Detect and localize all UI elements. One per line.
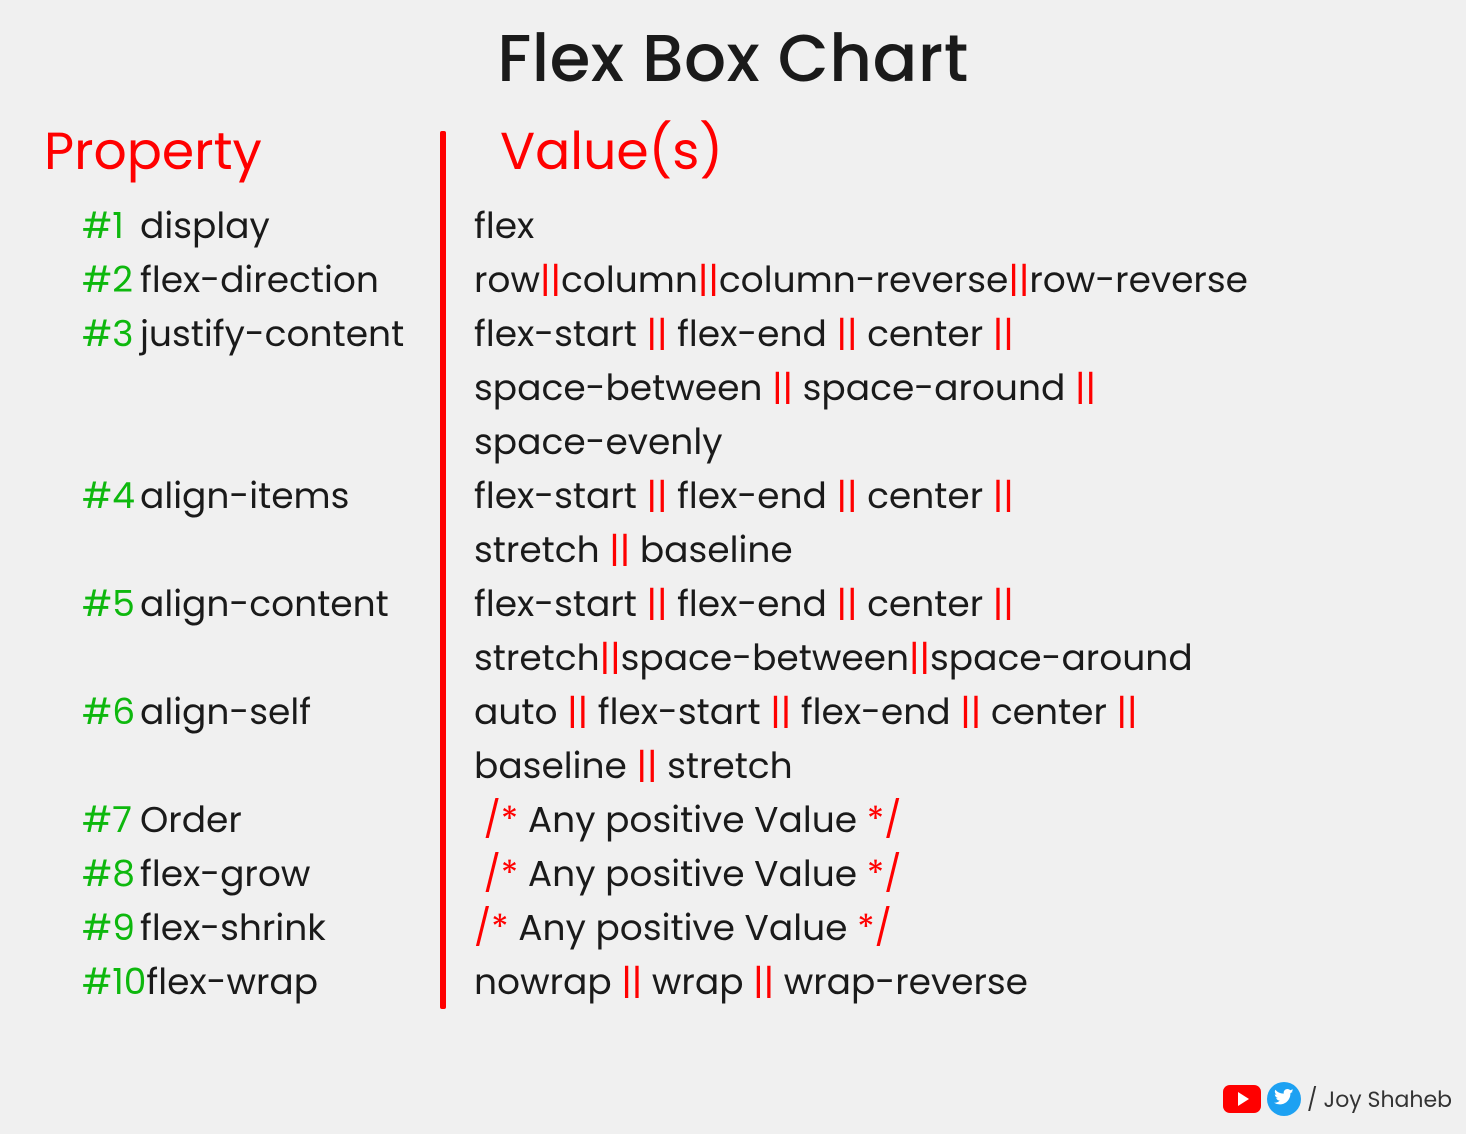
value-cell-cont: space-evenly: [474, 415, 1426, 469]
column-property: #1display #2flex-direction #3justify-con…: [40, 199, 440, 1009]
separator: ||: [770, 685, 791, 739]
separator: ||: [772, 361, 793, 415]
property-name: Order: [140, 793, 242, 847]
value-cell-cont: stretch || baseline: [474, 523, 1426, 577]
separator: ||: [698, 253, 719, 307]
column-values: flex row||column||column-reverse||row-re…: [446, 199, 1426, 1009]
comment-open: /*: [474, 901, 509, 955]
separator: ||: [837, 469, 858, 523]
separator: ||: [993, 577, 1014, 631]
separator: ||: [909, 631, 930, 685]
comment-close: */: [857, 901, 892, 955]
separator: ||: [1075, 361, 1096, 415]
column-headers: Property Value(s): [40, 113, 1426, 191]
property-name: align-content: [140, 577, 389, 631]
value-cell: nowrap || wrap || wrap-reverse: [474, 955, 1426, 1009]
separator: ||: [993, 469, 1014, 523]
table: #1display #2flex-direction #3justify-con…: [40, 199, 1426, 1009]
row-index: #4: [82, 469, 140, 523]
value-cell: /* Any positive Value */: [474, 847, 1426, 901]
separator: ||: [636, 739, 657, 793]
separator: ||: [960, 685, 981, 739]
property-name: align-items: [140, 469, 349, 523]
value-cell-cont: stretch||space-between||space-around: [474, 631, 1426, 685]
row-index: #10: [82, 955, 146, 1009]
credit-name: Joy Shaheb: [1324, 1083, 1452, 1116]
credit-slash: /: [1307, 1083, 1317, 1116]
row-index: #2: [82, 253, 140, 307]
separator: ||: [600, 631, 621, 685]
separator: ||: [993, 307, 1014, 361]
value-cell: auto || flex-start || flex-end || center…: [474, 685, 1426, 739]
row-index: #3: [82, 307, 140, 361]
value-cell: flex-start || flex-end || center ||: [474, 577, 1426, 631]
value-cell: flex: [474, 199, 1426, 253]
separator: ||: [837, 577, 858, 631]
property-name: flex-wrap: [146, 955, 318, 1009]
row-index: #5: [82, 577, 140, 631]
value-cell: row||column||column-reverse||row-reverse: [474, 253, 1426, 307]
comment-open: /*: [484, 793, 519, 847]
header-values: Value(s): [440, 113, 1426, 191]
row-index: #8: [82, 847, 140, 901]
separator: ||: [1117, 685, 1138, 739]
youtube-icon[interactable]: [1223, 1085, 1261, 1113]
separator: ||: [837, 307, 858, 361]
separator: ||: [609, 523, 630, 577]
value-cell: flex-start || flex-end || center ||: [474, 307, 1426, 361]
page-title: Flex Box Chart: [40, 10, 1426, 109]
header-property: Property: [40, 113, 440, 191]
property-name: justify-content: [140, 307, 404, 361]
comment-close: */: [867, 847, 902, 901]
value-cell: /* Any positive Value */: [474, 793, 1426, 847]
value-cell-cont: space-between || space-around ||: [474, 361, 1426, 415]
value-cell: /* Any positive Value */: [474, 901, 1426, 955]
row-index: #1: [82, 199, 140, 253]
row-index: #9: [82, 901, 140, 955]
comment-close: */: [867, 793, 902, 847]
row-index: #6: [82, 685, 140, 739]
separator: ||: [540, 253, 561, 307]
property-name: display: [140, 199, 270, 253]
separator: ||: [647, 307, 668, 361]
chart-container: Flex Box Chart Property Value(s) #1displ…: [0, 0, 1466, 1029]
value-cell: flex-start || flex-end || center ||: [474, 469, 1426, 523]
separator: ||: [621, 955, 642, 1009]
row-index: #7: [82, 793, 140, 847]
comment-open: /*: [484, 847, 519, 901]
separator: ||: [1008, 253, 1029, 307]
separator: ||: [753, 955, 774, 1009]
property-name: flex-grow: [140, 847, 310, 901]
value-cell-cont: baseline || stretch: [474, 739, 1426, 793]
credit-footer: / Joy Shaheb: [1223, 1082, 1452, 1116]
property-name: flex-direction: [140, 253, 379, 307]
separator: ||: [647, 577, 668, 631]
separator: ||: [647, 469, 668, 523]
property-name: flex-shrink: [140, 901, 326, 955]
property-name: align-self: [140, 685, 311, 739]
separator: ||: [567, 685, 588, 739]
twitter-icon[interactable]: [1267, 1082, 1301, 1116]
